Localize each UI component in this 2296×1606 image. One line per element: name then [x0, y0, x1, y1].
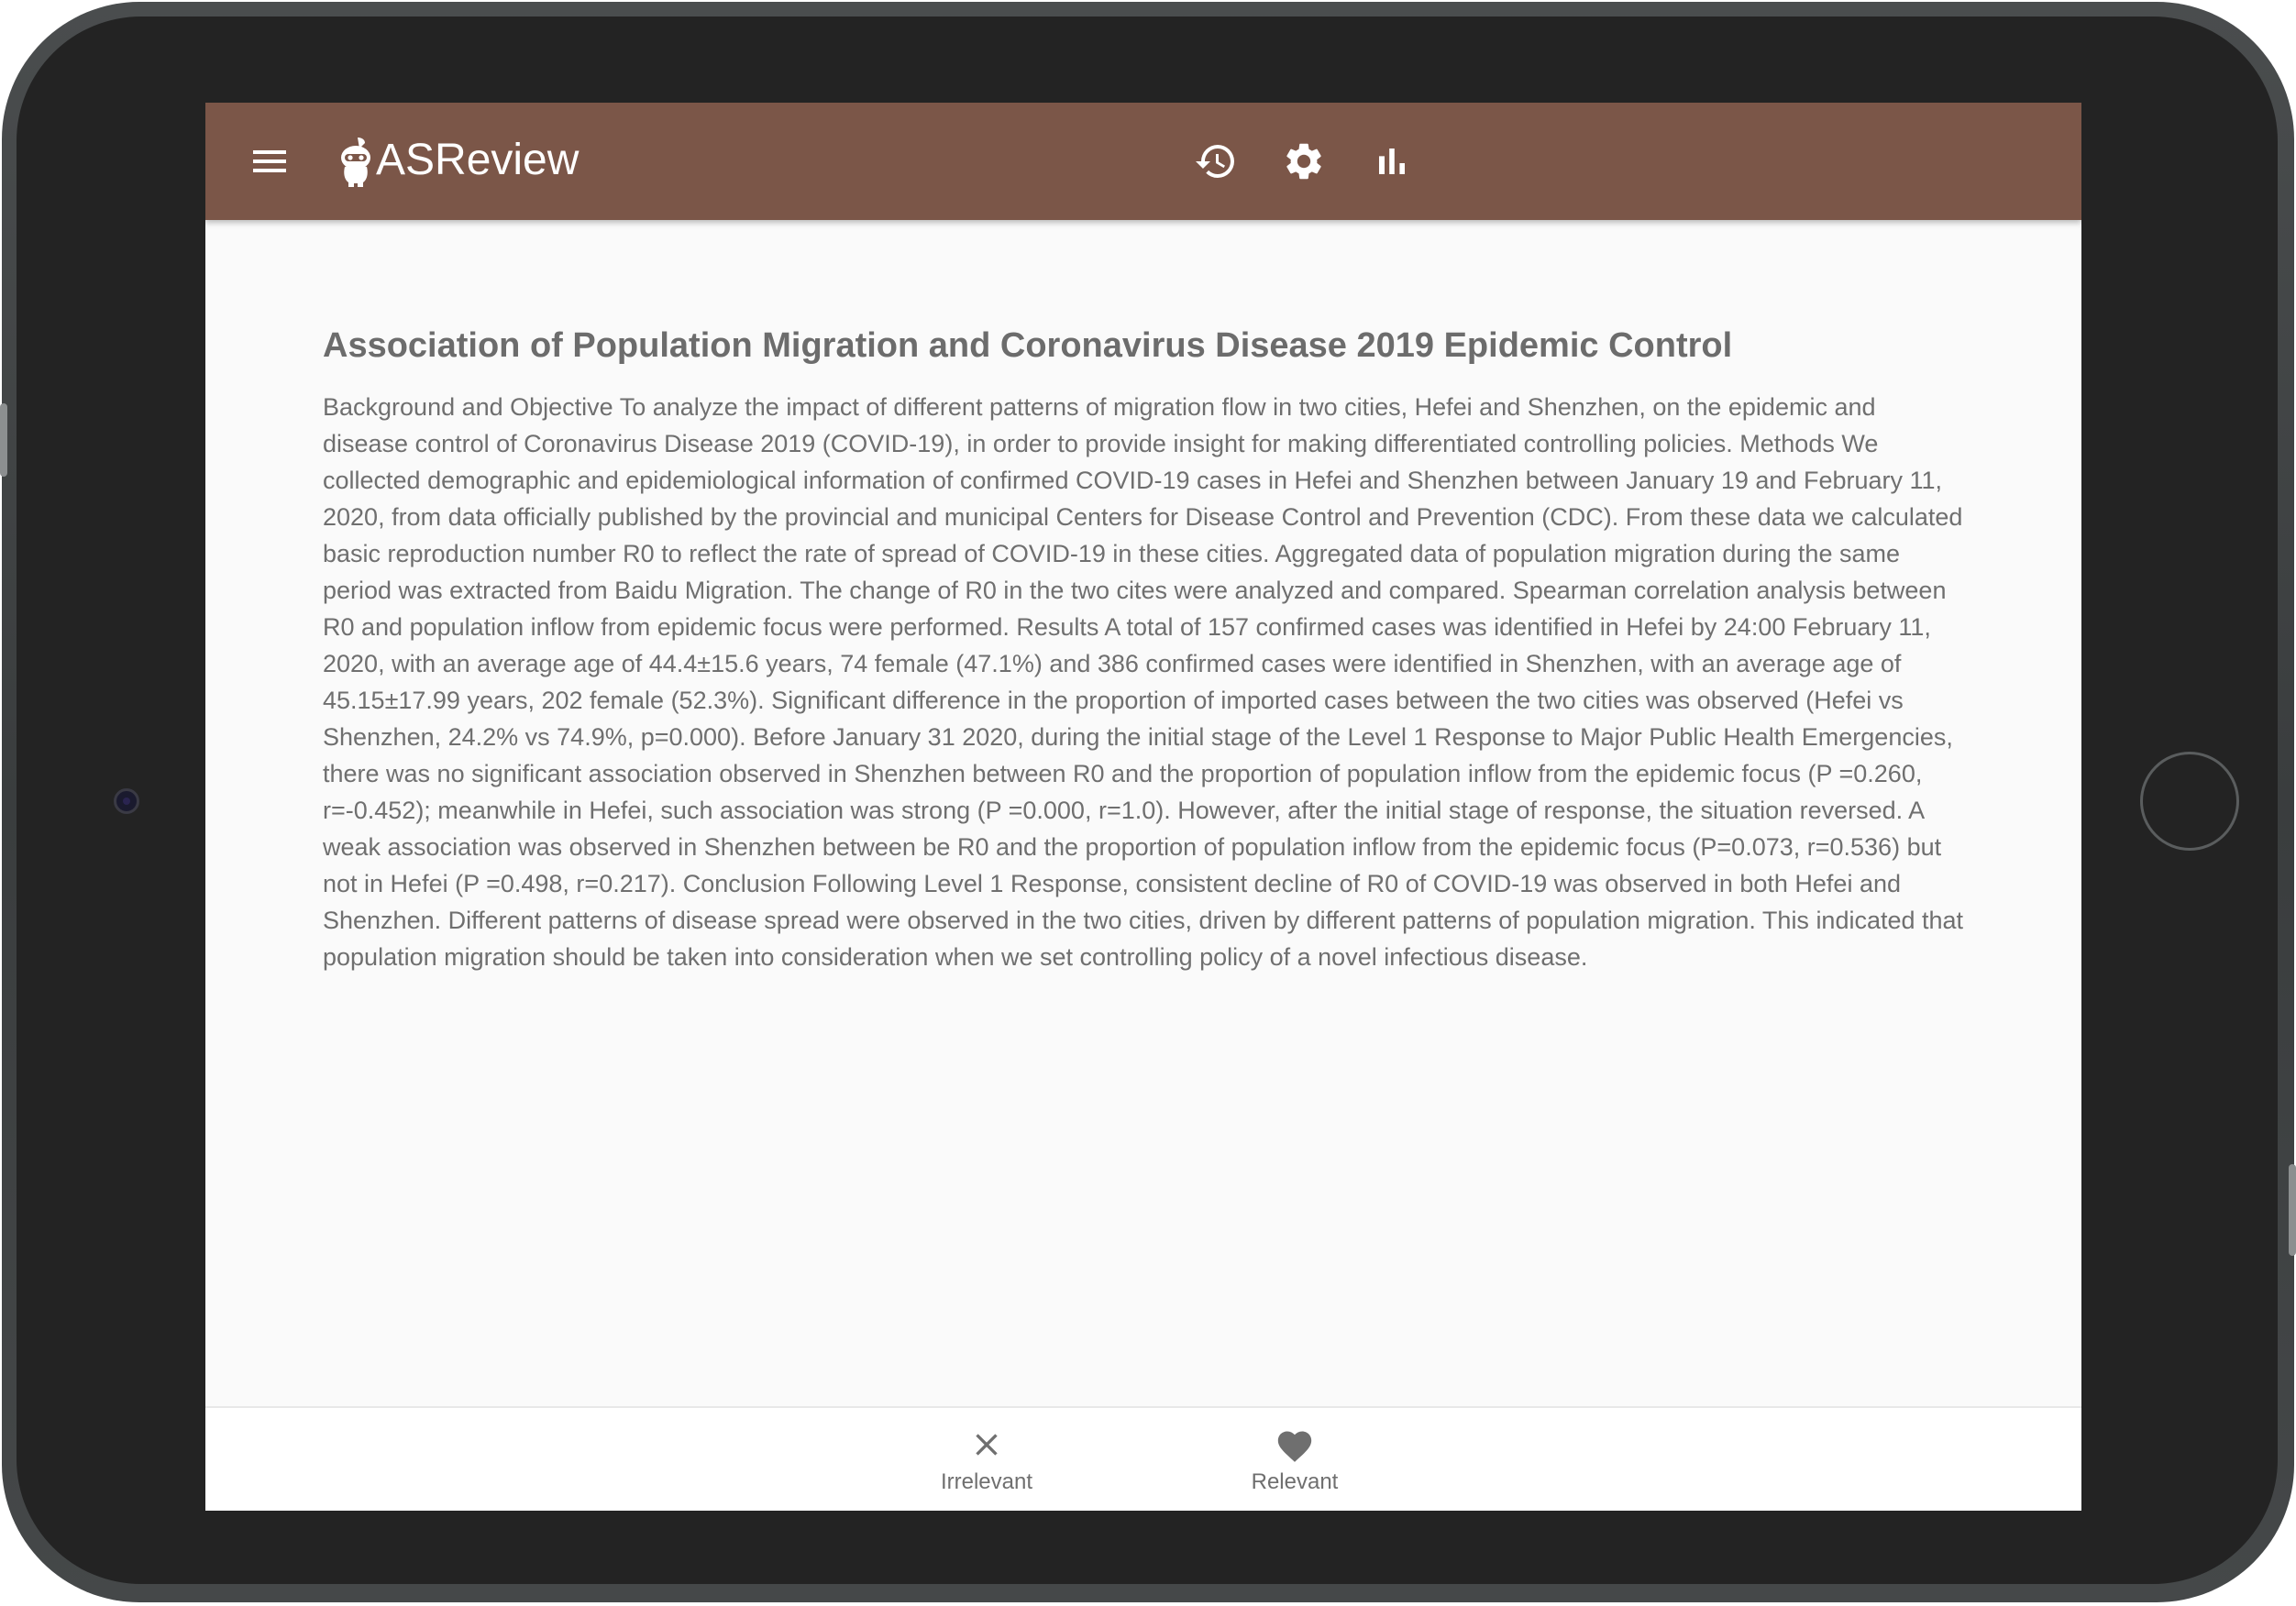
menu-icon[interactable]	[248, 139, 292, 183]
heart-icon	[1277, 1431, 1312, 1462]
side-button	[2289, 1164, 2296, 1256]
record-title: Association of Population Migration and …	[323, 326, 1733, 365]
asreview-logo-icon	[337, 136, 374, 187]
front-camera	[114, 788, 139, 814]
irrelevant-button[interactable]: Irrelevant	[909, 1426, 1065, 1496]
volume-button	[0, 403, 7, 477]
home-button	[2140, 752, 2239, 851]
app-screen: ASReview Association of Population Migra…	[205, 103, 2081, 1511]
tablet-device: ASReview Association of Population Migra…	[0, 0, 2296, 1606]
record-abstract: Background and Objective To analyze the …	[323, 393, 1964, 971]
relevant-button[interactable]: Relevant	[1217, 1426, 1373, 1496]
decision-bar: Irrelevant Relevant	[205, 1406, 2081, 1511]
app-bar: ASReview	[205, 103, 2081, 220]
record-content: Association of Population Migration and …	[323, 323, 1964, 975]
settings-gear-icon[interactable]	[1282, 139, 1326, 183]
history-icon[interactable]	[1194, 139, 1238, 183]
relevant-label: Relevant	[1251, 1469, 1339, 1494]
app-title: ASReview	[376, 136, 580, 184]
statistics-bar-chart-icon[interactable]	[1370, 139, 1414, 183]
close-x-icon	[976, 1434, 998, 1456]
irrelevant-label: Irrelevant	[940, 1469, 1033, 1494]
